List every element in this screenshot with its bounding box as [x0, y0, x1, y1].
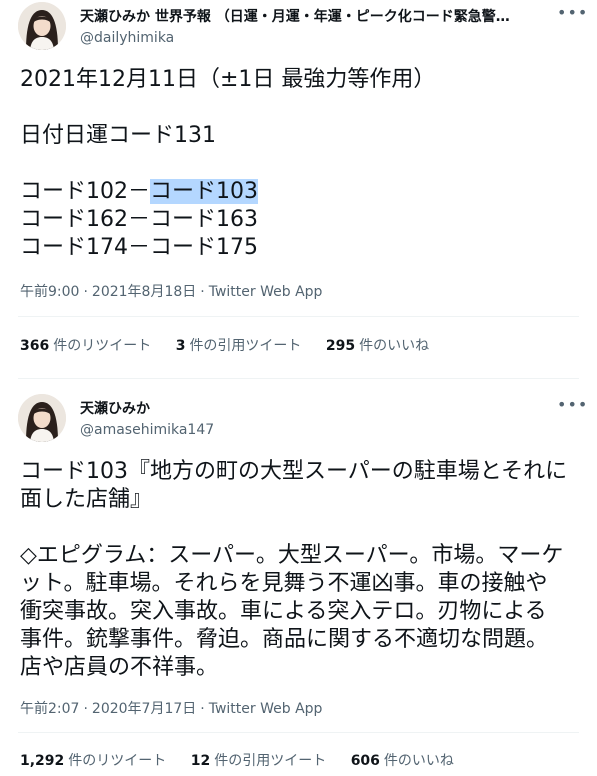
quotes-stat[interactable]: 3 件の引用ツイート: [176, 337, 302, 355]
likes-count: 606: [350, 753, 380, 769]
separator: ·: [200, 284, 205, 300]
quotes-count: 12: [190, 753, 211, 769]
likes-stat[interactable]: 295 件のいいね: [326, 337, 429, 355]
tweet-text-line: 2021年12月11日（±1日 最強力等作用）: [20, 67, 436, 92]
tweet-text-line: 衝突事故。突入事故。車による突入テロ。刃物による: [20, 599, 547, 624]
tweet-time[interactable]: 午前2:07: [20, 701, 79, 717]
likes-count: 295: [325, 338, 356, 354]
tweet-source[interactable]: Twitter Web App: [209, 284, 323, 300]
divider: [18, 732, 579, 733]
separator: ·: [83, 701, 88, 717]
tweet-timestamp[interactable]: 午前2:07 · 2020年7月17日 · Twitter Web App: [20, 700, 322, 718]
retweets-stat[interactable]: 366 件のリツイート: [20, 337, 151, 355]
author-info[interactable]: 天瀬ひみか @amasehimika147: [80, 400, 550, 439]
tweet-text: 2021年12月11日（±1日 最強力等作用） 日付日運コード131 コード10…: [20, 66, 580, 262]
likes-stat[interactable]: 606 件のいいね: [351, 752, 454, 770]
tweet-source[interactable]: Twitter Web App: [209, 701, 323, 717]
engagement-stats: 1,292 件のリツイート 12 件の引用ツイート 606 件のいいね: [20, 752, 474, 770]
likes-label: 件のいいね: [383, 753, 454, 769]
more-horizontal-icon: •••: [557, 3, 589, 22]
engagement-stats: 366 件のリツイート 3 件の引用ツイート 295 件のいいね: [20, 337, 449, 355]
avatar[interactable]: [18, 394, 66, 442]
separator: ·: [83, 284, 88, 300]
retweets-label: 件のリツイート: [53, 338, 152, 354]
avatar-image: [18, 2, 66, 50]
avatar-image: [18, 394, 66, 442]
quotes-count: 3: [175, 338, 186, 354]
selected-text: コード103: [150, 179, 258, 204]
display-name[interactable]: 天瀬ひみか: [80, 400, 550, 418]
divider: [18, 378, 579, 379]
author-info[interactable]: 天瀬ひみか 世界予報 （日運・月運・年運・ピーク化コード緊急警… @dailyh…: [80, 8, 550, 47]
tweet-text-line: ット。駐車場。それらを見舞う不運凶事。車の接触や: [20, 571, 548, 596]
quotes-stat[interactable]: 12 件の引用ツイート: [191, 752, 326, 770]
tweet-text-line: 面した店舗』: [20, 487, 153, 512]
tweet-text-line: コード162－コード163: [20, 207, 258, 232]
tweet-text-line: 事件。銃撃事件。脅迫。商品に関する不適切な問題。: [20, 627, 549, 652]
tweet-text-segment: コード102－: [20, 179, 150, 204]
username-handle[interactable]: @dailyhimika: [80, 29, 550, 47]
tweet-text-line: コード174－コード175: [20, 235, 258, 260]
tweet-date[interactable]: 2020年7月17日: [92, 701, 196, 717]
tweet-text-line: 日付日運コード131: [20, 123, 216, 148]
retweets-stat[interactable]: 1,292 件のリツイート: [20, 752, 166, 770]
tweet-text-line: 店や店員の不祥事。: [20, 655, 219, 680]
quotes-label: 件の引用ツイート: [189, 338, 302, 354]
separator: ·: [200, 701, 205, 717]
tweet-time[interactable]: 午前9:00: [20, 284, 79, 300]
retweets-count: 1,292: [20, 753, 65, 769]
tweet-1[interactable]: 天瀬ひみか 世界予報 （日運・月運・年運・ピーク化コード緊急警… @dailyh…: [0, 0, 597, 380]
more-horizontal-icon: •••: [557, 395, 589, 414]
tweet-date[interactable]: 2021年8月18日: [92, 284, 196, 300]
likes-label: 件のいいね: [359, 338, 430, 354]
tweet-timestamp[interactable]: 午前9:00 · 2021年8月18日 · Twitter Web App: [20, 283, 322, 301]
tweet-text-line: ◇エピグラム：スーパー。大型スーパー。市場。マーケ: [20, 543, 564, 568]
quotes-label: 件の引用ツイート: [214, 753, 327, 769]
tweet-text-line: コード102－コード103: [20, 178, 580, 206]
tweet-text: コード103『地方の町の大型スーパーの駐車場とそれに 面した店舗』 ◇エピグラム…: [20, 458, 580, 682]
retweets-label: 件のリツイート: [68, 753, 167, 769]
divider: [18, 316, 579, 317]
display-name[interactable]: 天瀬ひみか 世界予報 （日運・月運・年運・ピーク化コード緊急警…: [80, 8, 550, 26]
more-options-button[interactable]: •••: [557, 5, 587, 26]
username-handle[interactable]: @amasehimika147: [80, 421, 550, 439]
retweets-count: 366: [20, 338, 50, 354]
avatar[interactable]: [18, 2, 66, 50]
tweet-text-line: コード103『地方の町の大型スーパーの駐車場とそれに: [20, 459, 568, 484]
tweet-2[interactable]: 天瀬ひみか @amasehimika147 ••• コード103『地方の町の大型…: [0, 380, 597, 776]
more-options-button[interactable]: •••: [557, 397, 587, 418]
